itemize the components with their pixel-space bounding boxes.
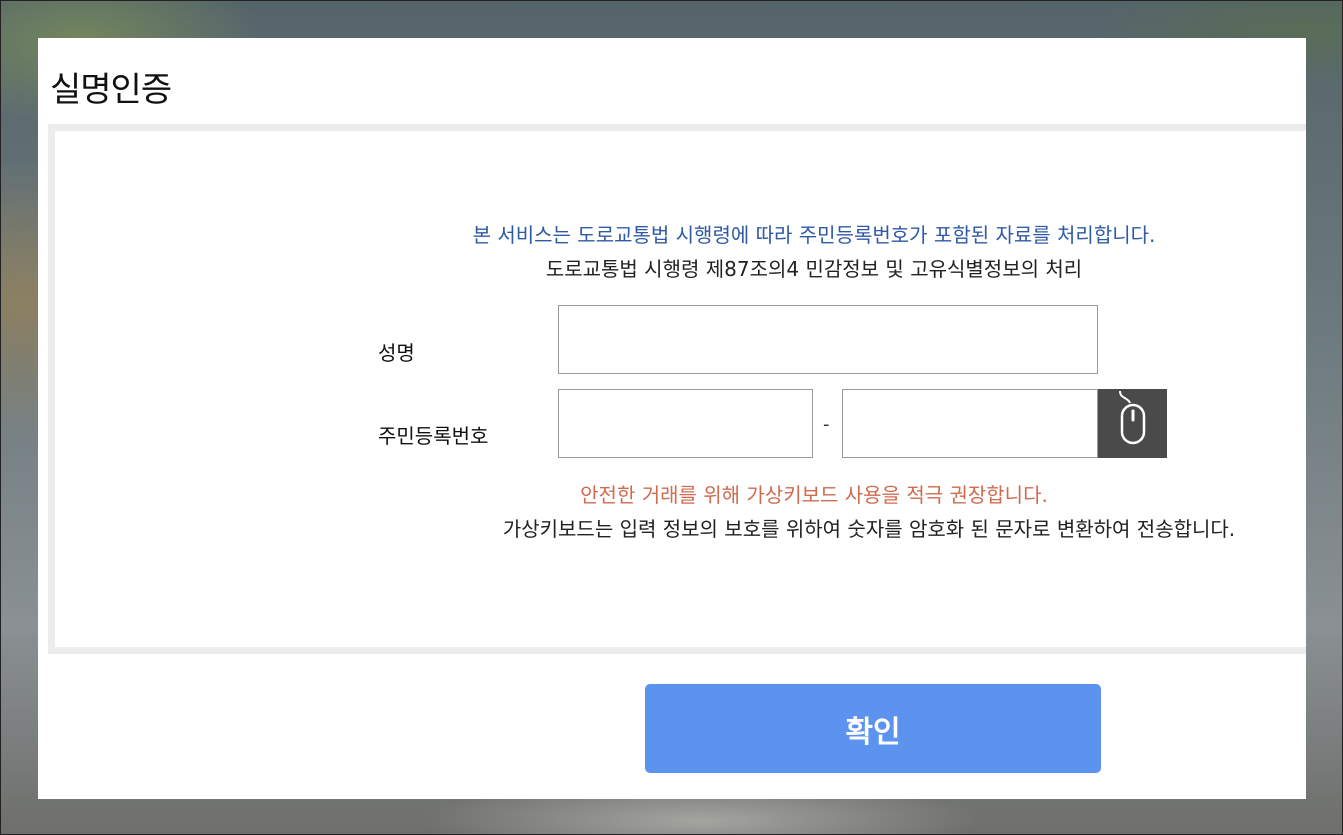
rrn-front-input[interactable] — [558, 389, 813, 458]
rrn-back-input[interactable] — [842, 389, 1098, 458]
modal-title: 실명인증 — [50, 70, 172, 110]
service-notice: 본 서비스는 도로교통법 시행령에 따라 주민등록번호가 포함된 자료를 처리합… — [472, 223, 1156, 247]
name-label: 성명 — [378, 341, 415, 365]
real-name-verification-modal: 실명인증 본 서비스는 도로교통법 시행령에 따라 주민등록번호가 포함된 자료… — [38, 38, 1306, 799]
background-photo: 실명인증 본 서비스는 도로교통법 시행령에 따라 주민등록번호가 포함된 자료… — [0, 0, 1343, 835]
virtual-keyboard-info: 가상키보드는 입력 정보의 보호를 위하여 숫자를 암호화 된 문자로 변환하여… — [502, 517, 1236, 541]
virtual-keyboard-button[interactable] — [1098, 389, 1167, 458]
rrn-separator: - — [823, 414, 830, 435]
virtual-keyboard-recommendation: 안전한 거래를 위해 가상키보드 사용을 적극 권장합니다. — [580, 483, 1048, 507]
verification-panel: 본 서비스는 도로교통법 시행령에 따라 주민등록번호가 포함된 자료를 처리합… — [48, 124, 1306, 654]
name-input[interactable] — [558, 305, 1098, 374]
confirm-button[interactable]: 확인 — [645, 684, 1101, 773]
rrn-label: 주민등록번호 — [378, 424, 489, 448]
law-reference: 도로교통법 시행령 제87조의4 민감정보 및 고유식별정보의 처리 — [545, 257, 1083, 281]
mouse-icon — [1119, 390, 1146, 445]
